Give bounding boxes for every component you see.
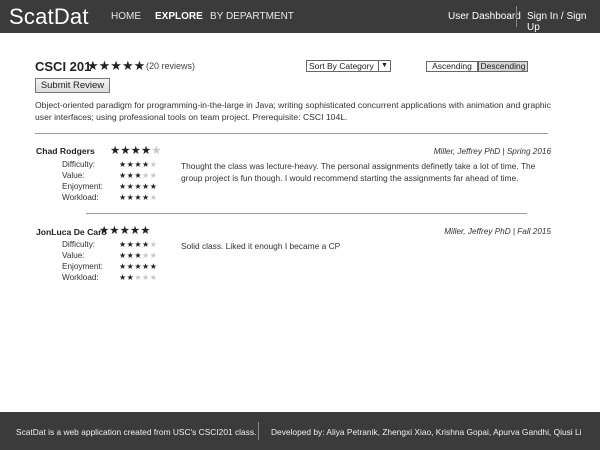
review-text: Solid class. Liked it enough I became a … [181,241,341,251]
professor-and-term: Miller, Jeffrey PhD | Fall 2015 [444,227,551,236]
review-count: (20 reviews) [146,61,196,71]
enjoyment-stars: ★★★★★ [119,262,158,271]
reviewer-name: Chad Rodgers [36,146,95,156]
sort-by-select[interactable]: Sort By Category ▼ [306,60,391,72]
course-rating-stars: ★★★★★ [87,58,146,73]
workload-stars: ★★★★★ [119,273,158,282]
footer-bar: ScatDat is a web application created fro… [0,412,600,450]
submit-review-button[interactable]: Submit Review [35,78,110,93]
course-title: CSCI 201 [35,59,92,74]
reviewer-rating-stars: ★★★★★ [110,145,162,157]
value-stars: ★★★★★ [119,251,158,260]
difficulty-stars: ★★★★★ [119,240,158,249]
ascending-button[interactable]: Ascending [426,61,478,72]
nav-home-link[interactable]: HOME [111,11,141,22]
nav-explore-link[interactable]: EXPLORE [155,11,203,22]
nav-divider [516,6,517,27]
professor-and-term: Miller, Jeffrey PhD | Spring 2016 [433,147,551,156]
nav-user-dashboard-link[interactable]: User Dashboard [448,11,521,22]
reviewer-name: JonLuca De Caro [36,227,107,237]
course-description: Object-oriented paradigm for programming… [35,100,551,122]
footer-divider [258,422,259,440]
enjoyment-label: Enjoyment: [62,262,103,271]
enjoyment-label: Enjoyment: [62,182,103,191]
review-text: Thought the class was lecture-heavy. The… [181,161,536,183]
sort-selected-value: Sort By Category [309,61,374,71]
enjoyment-stars: ★★★★★ [119,182,158,191]
footer-developers-text: Developed by: Aliya Petranik, Zhengxi Xi… [271,427,582,437]
review-divider [86,213,527,214]
workload-label: Workload: [62,193,99,202]
difficulty-stars: ★★★★★ [119,160,158,169]
value-label: Value: [62,171,85,180]
nav-sign-in-link[interactable]: Sign In / Sign Up [527,11,600,33]
value-label: Value: [62,251,85,260]
nav-by-department-link[interactable]: BY DEPARTMENT [210,11,294,22]
section-divider [35,133,548,134]
difficulty-label: Difficulty: [62,240,96,249]
descending-button[interactable]: Descending [478,61,528,72]
footer-about-text: ScatDat is a web application created fro… [16,427,257,437]
difficulty-label: Difficulty: [62,160,96,169]
chevron-down-icon[interactable]: ▼ [378,61,390,71]
workload-label: Workload: [62,273,99,282]
brand-logo[interactable]: ScatDat [9,4,89,30]
reviewer-rating-stars: ★★★★★ [99,225,151,237]
top-nav-bar: ScatDat HOME EXPLORE BY DEPARTMENT User … [0,0,600,33]
workload-stars: ★★★★★ [119,193,158,202]
value-stars: ★★★★★ [119,171,158,180]
